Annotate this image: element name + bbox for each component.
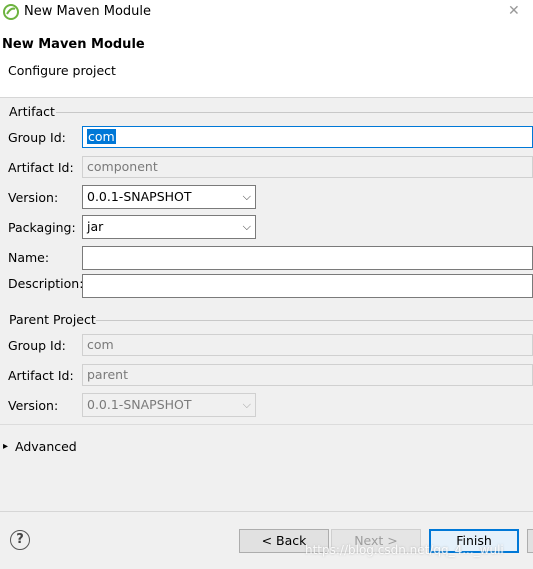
parent-version-label: Version:: [8, 398, 59, 413]
artifact-id-label: Artifact Id:: [8, 160, 74, 175]
parent-artifact-id-label: Artifact Id:: [8, 368, 74, 383]
group-id-label: Group Id:: [8, 130, 66, 145]
packaging-value: jar: [87, 219, 104, 234]
cancel-button-partial[interactable]: [527, 529, 533, 553]
footer-separator: [0, 511, 533, 512]
parent-group-id-label: Group Id:: [8, 338, 66, 353]
version-value: 0.0.1-SNAPSHOT: [87, 189, 192, 204]
page-title: New Maven Module: [2, 37, 145, 52]
name-input[interactable]: [82, 246, 533, 270]
chevron-down-icon: ⌵: [242, 190, 251, 203]
parent-version-combo[interactable]: 0.0.1-SNAPSHOT ⌵: [82, 393, 256, 417]
version-combo[interactable]: 0.0.1-SNAPSHOT ⌵: [82, 185, 256, 209]
group-id-input[interactable]: com: [82, 126, 533, 148]
parent-separator: [96, 320, 533, 321]
group-bottom-separator: [0, 424, 533, 425]
description-label: Description:: [8, 276, 84, 291]
chevron-down-icon: ⌵: [242, 398, 251, 411]
parent-version-value: 0.0.1-SNAPSHOT: [87, 397, 192, 412]
packaging-combo[interactable]: jar ⌵: [82, 215, 256, 239]
chevron-down-icon: ⌵: [242, 220, 251, 233]
parent-artifact-id-input[interactable]: parent: [82, 364, 533, 386]
artifact-section-label: Artifact: [9, 104, 55, 119]
description-input[interactable]: [82, 274, 533, 298]
window-title: New Maven Module: [24, 4, 152, 19]
name-label: Name:: [8, 250, 50, 265]
group-id-value: com: [87, 129, 116, 144]
close-icon[interactable]: ✕: [508, 3, 520, 19]
watermark-text: https://blog.csdn.net/qq_4..._wuli: [305, 543, 504, 557]
expand-triangle-icon[interactable]: ▸: [3, 439, 8, 455]
page-subtitle: Configure project: [8, 63, 116, 78]
advanced-toggle[interactable]: Advanced: [15, 439, 77, 455]
parent-section-label: Parent Project: [9, 312, 96, 327]
help-icon[interactable]: ?: [10, 530, 30, 550]
artifact-id-input[interactable]: component: [82, 156, 533, 178]
eclipse-app-icon: [3, 4, 19, 20]
packaging-label: Packaging:: [8, 220, 76, 235]
parent-group-id-input[interactable]: com: [82, 334, 533, 356]
artifact-separator: [56, 112, 533, 113]
version-label: Version:: [8, 190, 59, 205]
